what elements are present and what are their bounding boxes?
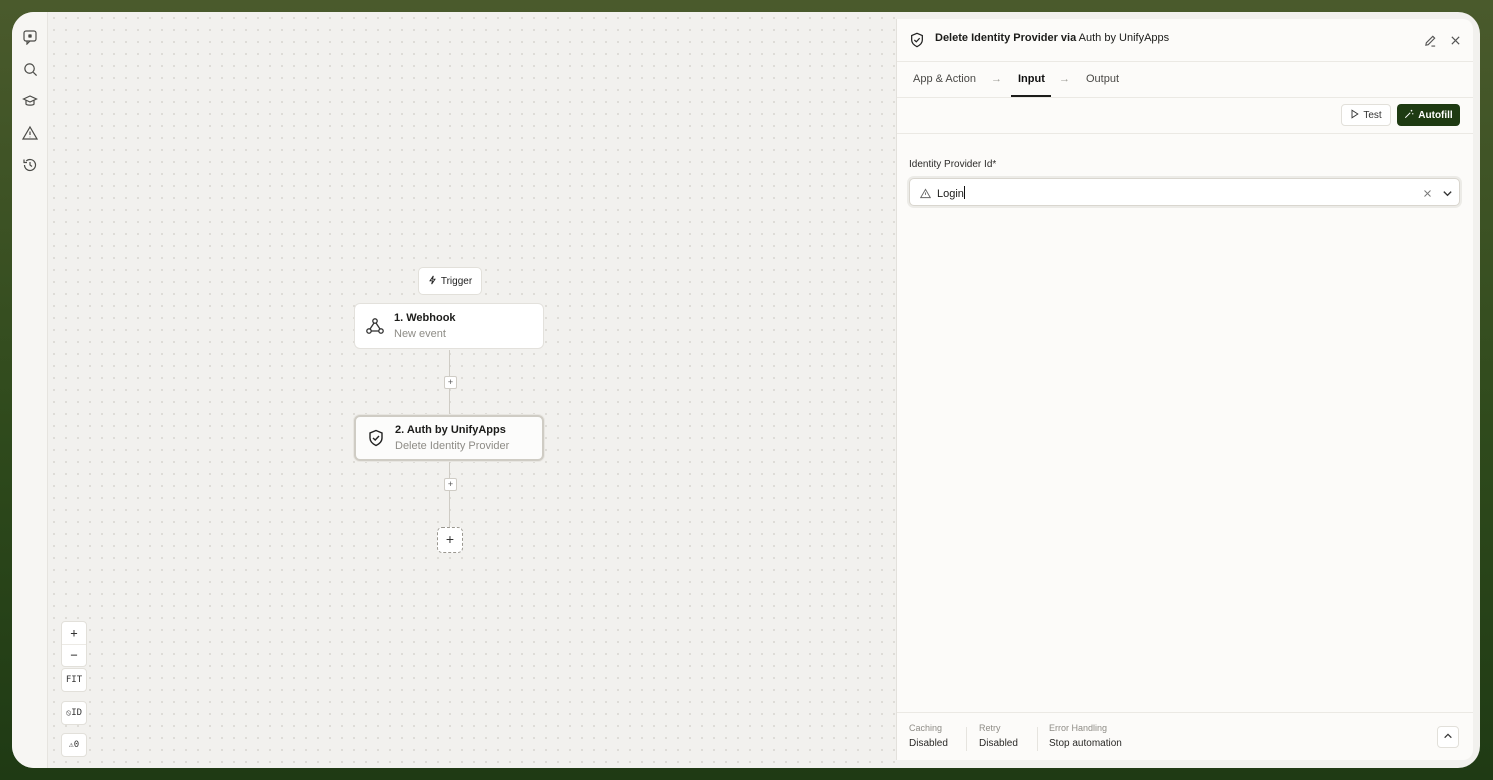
edit-icon[interactable] — [1422, 32, 1438, 48]
autofill-button[interactable]: Autofill — [1397, 104, 1460, 126]
panel-footer: Caching Disabled Retry Disabled Error Ha… — [897, 712, 1473, 761]
arrow-right-icon: → — [991, 73, 1002, 85]
toggle-ids-label: ID — [71, 708, 83, 718]
close-icon[interactable] — [1447, 32, 1463, 48]
chevron-up-icon — [1443, 728, 1453, 746]
left-rail — [12, 12, 48, 768]
active-tab-indicator — [1011, 95, 1051, 97]
workflow-node-webhook[interactable]: 1. Webhook New event — [354, 303, 544, 349]
add-step-button[interactable]: + — [444, 478, 457, 491]
connector-line — [449, 388, 450, 415]
error-handling-value: Stop automation — [1049, 738, 1122, 749]
divider — [966, 727, 967, 751]
error-handling-label: Error Handling — [1049, 723, 1108, 733]
retry-label: Retry — [979, 723, 1001, 733]
node-subtitle: New event — [394, 328, 446, 340]
webhook-icon — [364, 315, 386, 337]
tab-input[interactable]: Input — [1018, 73, 1045, 85]
test-button[interactable]: Test — [1341, 104, 1391, 126]
connector-line — [449, 490, 450, 527]
panel-header: Delete Identity Provider via Auth by Uni… — [897, 19, 1473, 62]
trigger-badge[interactable]: Trigger — [418, 267, 482, 295]
zoom-in-button[interactable]: + — [62, 622, 86, 645]
connector-line — [449, 462, 450, 478]
shield-check-icon — [909, 32, 925, 48]
node-title: 2. Auth by UnifyApps — [395, 424, 506, 436]
chevron-down-icon[interactable] — [1439, 185, 1455, 201]
search-icon[interactable] — [21, 60, 39, 78]
fit-view-button[interactable]: FIT — [61, 668, 87, 692]
caching-setting[interactable]: Caching Disabled — [909, 723, 948, 749]
shield-check-icon — [365, 427, 387, 449]
caching-value: Disabled — [909, 738, 948, 749]
identity-provider-id-label: Identity Provider Id* — [909, 159, 997, 170]
caching-label: Caching — [909, 723, 943, 733]
panel-title-action: Delete Identity Provider via — [935, 32, 1077, 44]
magic-wand-icon — [1404, 109, 1414, 122]
panel-toolbar: Test Autofill — [897, 98, 1473, 134]
retry-value: Disabled — [979, 738, 1018, 749]
panel-tabs: App & Action → Input → Output — [897, 62, 1473, 98]
workflow-canvas[interactable]: Trigger 1. Webhook New event + 2. Auth b… — [48, 12, 896, 768]
step-config-panel: Delete Identity Provider via Auth by Uni… — [896, 19, 1473, 760]
error-handling-setting[interactable]: Error Handling Stop automation — [1049, 723, 1122, 749]
warning-icon[interactable] — [21, 124, 39, 142]
divider — [1037, 727, 1038, 751]
graduation-cap-icon[interactable] — [21, 92, 39, 110]
trigger-label: Trigger — [440, 275, 473, 287]
add-step-button[interactable]: + — [444, 376, 457, 389]
history-icon[interactable] — [21, 156, 39, 174]
expand-footer-button[interactable] — [1437, 726, 1459, 748]
chat-icon[interactable] — [21, 28, 39, 46]
workflow-node-auth[interactable]: 2. Auth by UnifyApps Delete Identity Pro… — [354, 415, 544, 461]
identity-provider-id-field[interactable]: Login — [909, 178, 1460, 206]
play-icon — [1350, 108, 1360, 122]
add-final-step-button[interactable]: + — [437, 527, 463, 553]
app-window: Trigger 1. Webhook New event + 2. Auth b… — [12, 12, 1480, 768]
warnings-button[interactable]: ⚠0 — [61, 733, 87, 757]
test-label: Test — [1363, 109, 1382, 121]
retry-setting[interactable]: Retry Disabled — [979, 723, 1018, 749]
clear-icon[interactable] — [1419, 185, 1435, 201]
warnings-count: 0 — [73, 740, 80, 750]
tab-app-action[interactable]: App & Action — [913, 73, 976, 85]
panel-title: Delete Identity Provider via Auth by Uni… — [935, 32, 1169, 44]
arrow-right-icon: → — [1059, 73, 1070, 85]
autofill-label: Autofill — [1418, 109, 1453, 121]
node-subtitle: Delete Identity Provider — [395, 440, 510, 452]
identity-provider-id-value: Login — [937, 186, 965, 200]
node-title: 1. Webhook — [394, 312, 456, 324]
warning-icon — [917, 185, 933, 201]
lightning-icon — [428, 275, 437, 288]
tab-output[interactable]: Output — [1086, 73, 1119, 85]
zoom-out-button[interactable]: − — [62, 645, 86, 666]
toggle-ids-button[interactable]: ⦸ID — [61, 701, 87, 725]
panel-title-app: Auth by UnifyApps — [1078, 32, 1170, 44]
zoom-controls: + − — [61, 621, 87, 667]
